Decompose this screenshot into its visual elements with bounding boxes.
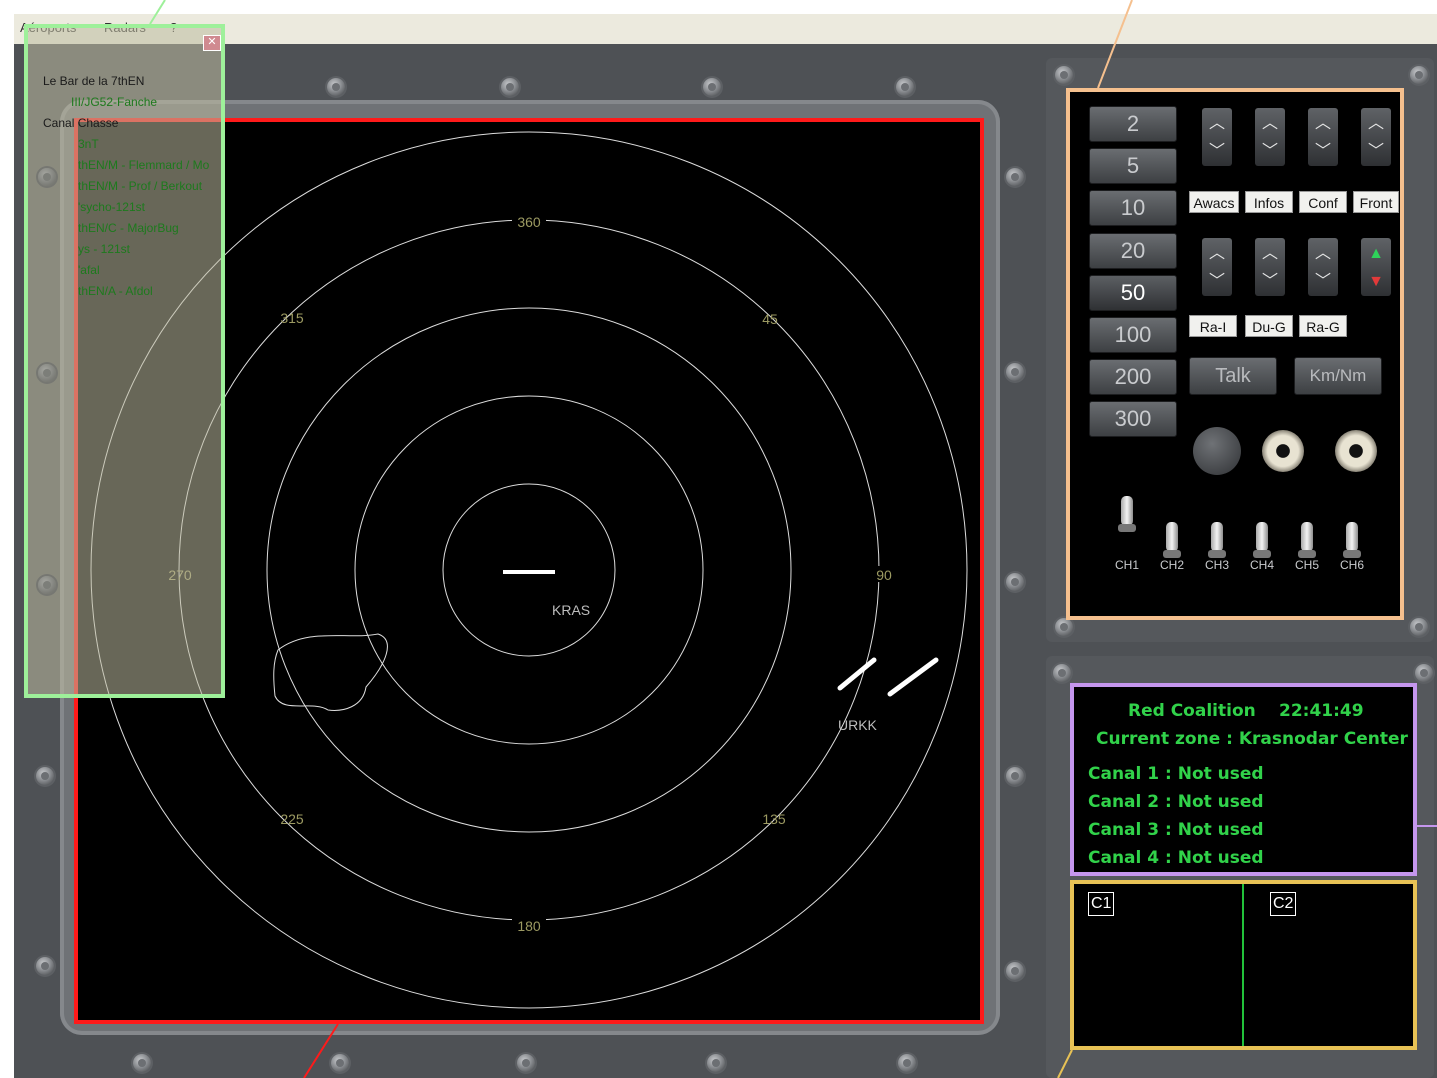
annotation-line xyxy=(1057,1049,1073,1078)
annotation-line xyxy=(149,0,166,25)
annotation-lines xyxy=(149,0,1437,1078)
annotation-line xyxy=(303,1023,339,1078)
annotation-line xyxy=(1097,0,1133,89)
